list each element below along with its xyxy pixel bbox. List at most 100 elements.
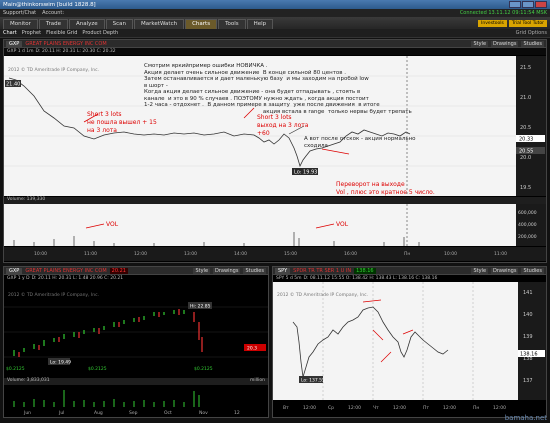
time-tick: Jul — [58, 410, 64, 416]
time-tick: 12:00 — [348, 405, 361, 411]
volume-label: Volume: 139,330 — [4, 197, 546, 204]
main-info-bar: GXP 1 d 1m D: 20.11 H: 20.31 L: 20.30 C:… — [4, 48, 546, 55]
volume-axis-tick: 600,000 — [518, 210, 537, 216]
menu-support-chat[interactable]: Support/Chat — [3, 10, 36, 16]
high-label: Hi: 22.85 — [190, 304, 211, 310]
left-time-axis: Jun Jul Aug Sep Oct Nov 12 — [23, 410, 240, 416]
app-window: Main@thinkorswim [build 1828.8] Support/… — [0, 0, 550, 423]
drawings-button[interactable]: Drawings — [213, 267, 241, 274]
main-volume-chart: 600,000 400,000 200,000 VOL VOL — [4, 204, 546, 246]
tab-help[interactable]: Help — [246, 19, 274, 29]
symbol-field[interactable]: SPY — [275, 267, 291, 274]
tab-trade[interactable]: Trade — [38, 19, 68, 29]
axis-tick: 20.0 — [520, 155, 531, 161]
window-title: Main@thinkorswim [build 1828.8] — [3, 1, 96, 8]
tab-tools[interactable]: Tools — [218, 19, 246, 29]
main-time-axis: 10:00 11:00 12:00 13:00 14:00 15:00 16:0… — [4, 247, 546, 261]
title-bar: Main@thinkorswim [build 1828.8] — [0, 0, 550, 9]
dividend-label: $0.2125 — [88, 366, 107, 372]
symbol-field[interactable]: GXP — [6, 267, 23, 274]
tab-monitor[interactable]: Monitor — [3, 19, 38, 29]
time-tick: 12 — [234, 410, 240, 416]
style-button[interactable]: Style — [471, 267, 489, 274]
price-tag-left: 21.40 — [6, 82, 20, 88]
low-label: Lo: 19.93 — [294, 170, 317, 176]
left-chart-panel: GXP GREAT PLAINS ENERGY INC COM 20.21 St… — [3, 266, 269, 418]
last-price: 20.21 — [109, 267, 128, 274]
copyright: 2012 © TD Ameritrade IP Company, Inc. — [277, 293, 369, 298]
time-tick: 14:00 — [234, 251, 247, 257]
time-tick: Jun — [23, 410, 31, 416]
subtab-flexible-grid[interactable]: Flexible Grid — [46, 30, 77, 36]
subtab-product-depth[interactable]: Product Depth — [82, 30, 118, 36]
axis-tick: 21.5 — [520, 65, 531, 71]
ohlc-label: D: 20.11 H: 20.31 L: 1.48 20.96 C: 20.21 — [31, 276, 124, 281]
axis-tick: 141 — [523, 290, 533, 296]
axis-tick: 21.0 — [520, 95, 531, 101]
style-button[interactable]: Style — [193, 267, 211, 274]
close-button[interactable] — [535, 1, 547, 8]
time-tick: Чт — [373, 405, 379, 411]
volume-unit: million — [250, 378, 265, 383]
time-tick: Aug — [94, 410, 103, 416]
company-name: GREAT PLAINS ENERGY INC COM — [25, 40, 107, 47]
studies-button[interactable]: Studies — [243, 267, 266, 274]
period-label: GXP 1 d 1m — [7, 49, 34, 54]
time-tick: Nov — [199, 410, 208, 416]
volume-axis-tick: 400,000 — [518, 222, 537, 228]
grid-options[interactable]: Grid Options — [516, 30, 550, 36]
tutor-button[interactable]: Trial Tool Tutor — [508, 20, 547, 27]
right-price-chart: Lo: 137.55 141 140 139 138 137 138.16 — [273, 282, 546, 400]
time-tick: 16:00 — [344, 251, 357, 257]
axis-tick: 19.5 — [520, 185, 531, 191]
time-tick: 12:00 — [303, 405, 316, 411]
time-tick: Oct — [164, 410, 172, 416]
ohlc-label: D: 20.11 H: 20.31 L: 20.30 C: 20.32 — [35, 49, 116, 54]
time-tick: Sep — [129, 410, 138, 416]
price-tag: 20.3 — [247, 346, 257, 352]
period-label: GXP 1 y D — [7, 276, 30, 281]
maximize-button[interactable] — [522, 1, 534, 8]
style-button[interactable]: Style — [471, 40, 489, 47]
tab-marketwatch[interactable]: MarketWatch — [134, 19, 185, 29]
symbol-field[interactable]: GXP — [6, 40, 23, 47]
investools-button[interactable]: Investools — [478, 20, 507, 27]
time-tick: 10:00 — [34, 251, 47, 257]
low-label: Lo: 19.49 — [50, 360, 71, 366]
subtab-prophet[interactable]: Prophet — [22, 30, 41, 36]
vol-annotation-2: VOL — [336, 221, 349, 228]
annotation-bounce: А вот после отскок - акция нормально схо… — [304, 136, 416, 149]
studies-button[interactable]: Studies — [521, 267, 544, 274]
tab-analyze[interactable]: Analyze — [68, 19, 105, 29]
time-tick: 13:00 — [184, 251, 197, 257]
tab-charts[interactable]: Charts — [185, 19, 218, 29]
drawings-button[interactable]: Drawings — [491, 267, 519, 274]
last-price-tag: 20.33 — [519, 137, 533, 143]
axis-tick: 20.5 — [520, 125, 531, 131]
annotation-main: Смотрим яркийпример ошибки НОВИЧКА . Акц… — [144, 63, 412, 115]
axis-tick: 137 — [523, 378, 533, 384]
time-tick: 12:00 — [443, 405, 456, 411]
subtab-chart[interactable]: Chart — [3, 30, 17, 36]
menu-account[interactable]: Account: — [42, 10, 64, 16]
time-tick: 12:00 — [493, 405, 506, 411]
tab-scan[interactable]: Scan — [105, 19, 134, 29]
main-chart-panel: GXP GREAT PLAINS ENERGY INC COM Style Dr… — [3, 39, 547, 263]
main-tabs: Monitor Trade Analyze Scan MarketWatch C… — [0, 17, 550, 29]
low-label: Lo: 137.55 — [301, 378, 325, 384]
volume-header: Volume: 3,833,031 million — [4, 378, 268, 385]
drawings-button[interactable]: Drawings — [491, 40, 519, 47]
studies-button[interactable]: Studies — [521, 40, 544, 47]
last-price: 138.16 — [354, 267, 376, 274]
time-tick: 11:00 — [84, 251, 97, 257]
left-chart-header: GXP GREAT PLAINS ENERGY INC COM 20.21 St… — [4, 267, 268, 275]
right-info-bar: SPY 5 d 5m D: 08.11.12 15:55 O: 138.42 H… — [273, 275, 546, 282]
time-tick: Пн — [473, 405, 479, 411]
minimize-button[interactable] — [509, 1, 521, 8]
annotation-short-1: Short 3 lots не пошла вышел + 15 на 3 ло… — [87, 111, 157, 134]
price-tag: 20.55 — [519, 149, 533, 155]
time-tick: Пн — [404, 251, 410, 257]
left-info-bar: GXP 1 y D D: 20.11 H: 20.31 L: 1.48 20.9… — [4, 275, 268, 282]
watermark: bamaha.net — [504, 414, 547, 422]
volume-label: Volume: 3,833,031 — [7, 378, 50, 383]
